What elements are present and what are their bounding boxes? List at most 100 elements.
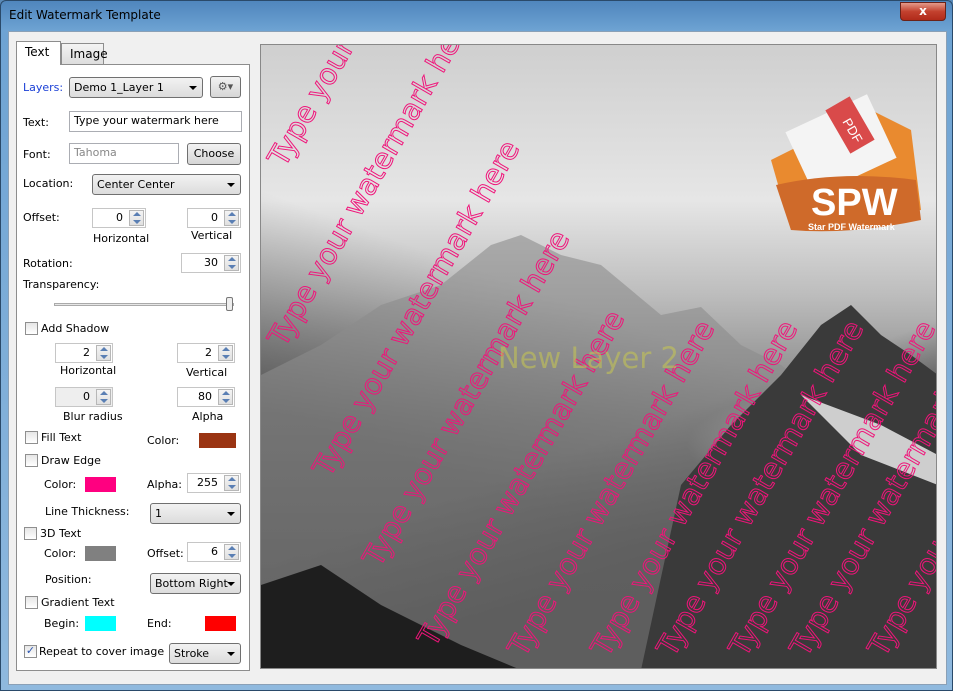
offset-horizontal-stepper[interactable]: 0 [92, 208, 146, 228]
layer-options-button[interactable]: ⚙▾ [210, 76, 241, 98]
spin-arrows-icon[interactable] [224, 475, 239, 491]
spin-arrows-icon[interactable] [96, 389, 111, 405]
font-input[interactable]: Tahoma [69, 143, 179, 164]
spin-arrows-icon[interactable] [218, 345, 233, 361]
location-label: Location: [23, 177, 74, 190]
add-shadow-checkbox[interactable] [25, 322, 38, 335]
gradient-text-label: Gradient Text [41, 596, 115, 609]
gradient-begin-swatch[interactable] [85, 616, 116, 631]
window-title: Edit Watermark Template [9, 8, 161, 22]
value: 30 [204, 256, 218, 269]
shadow-horizontal-stepper[interactable]: 2 [55, 343, 113, 363]
spin-arrows-icon[interactable] [224, 255, 239, 271]
gear-icon: ⚙▾ [217, 80, 234, 93]
edge-alpha-stepper[interactable]: 255 [187, 473, 241, 493]
repeat-label: Repeat to cover image [39, 645, 165, 658]
render-mode-select[interactable]: Stroke [169, 643, 241, 664]
spin-arrows-icon[interactable] [129, 210, 144, 226]
draw-edge-checkbox[interactable] [25, 454, 38, 467]
window: Edit Watermark Template x Text Image Lay… [0, 0, 953, 691]
value: 6 [211, 545, 218, 558]
offset-label: Offset: [23, 211, 60, 224]
chevron-down-icon [227, 652, 235, 656]
add-shadow-label: Add Shadow [41, 322, 110, 335]
fill-text-label: Fill Text [41, 431, 82, 444]
gradient-text-checkbox[interactable] [25, 596, 38, 609]
fill-color-label: Color: [147, 434, 180, 447]
chevron-down-icon [227, 183, 235, 187]
draw-edge-label: Draw Edge [41, 454, 101, 467]
tab-text[interactable]: Text [16, 41, 61, 65]
transparency-slider[interactable] [54, 303, 234, 306]
3d-position-select[interactable]: Bottom Right [150, 573, 241, 594]
shadow-alpha-label: Alpha [192, 410, 224, 423]
spin-arrows-icon[interactable] [224, 544, 239, 560]
3d-offset-label: Offset: [147, 547, 184, 560]
value: 0 [83, 390, 90, 403]
layer2-text: New Layer 2 [498, 341, 679, 375]
value: 1 [155, 507, 162, 520]
3d-text-checkbox[interactable] [24, 527, 37, 540]
spw-logo: PDF SPW Star PDF Watermark [751, 90, 931, 240]
3d-offset-stepper[interactable]: 6 [187, 542, 241, 562]
close-button[interactable]: x [900, 2, 946, 21]
value: 255 [197, 476, 218, 489]
offset-horizontal-label: Horizontal [93, 232, 150, 245]
edge-alpha-label: Alpha: [147, 478, 182, 491]
layers-select[interactable]: Demo 1_Layer 1 [69, 77, 203, 98]
location-select[interactable]: Center Center [92, 174, 241, 195]
gradient-begin-label: Begin: [44, 617, 80, 630]
chevron-down-icon [227, 582, 235, 586]
check-icon: ✓ [25, 644, 36, 657]
logo-small: Star PDF Watermark [808, 222, 896, 232]
text-label: Text: [23, 116, 49, 129]
transparency-label: Transparency: [23, 278, 100, 291]
shadow-alpha-stepper[interactable]: 80 [177, 387, 235, 407]
value: Bottom Right [155, 577, 228, 590]
edge-color-label: Color: [44, 478, 77, 491]
spin-arrows-icon[interactable] [224, 210, 239, 226]
value: Stroke [174, 647, 210, 660]
fill-text-checkbox[interactable] [25, 431, 38, 444]
shadow-vertical-stepper[interactable]: 2 [177, 343, 235, 363]
font-label: Font: [23, 148, 51, 161]
line-thickness-select[interactable]: 1 [150, 503, 241, 524]
edge-color-swatch[interactable] [85, 477, 116, 492]
chevron-down-icon [189, 86, 197, 90]
offset-vertical-stepper[interactable]: 0 [187, 208, 241, 228]
layers-label: Layers: [23, 81, 64, 94]
chevron-down-icon [227, 512, 235, 516]
value: 0 [211, 211, 218, 224]
choose-font-button[interactable]: Choose [187, 143, 241, 165]
watermark-preview: Type your watermark here Type your waterm… [260, 44, 937, 669]
text-settings-panel: Layers: Demo 1_Layer 1 ⚙▾ Text: Type you… [16, 64, 250, 671]
layers-value: Demo 1_Layer 1 [74, 81, 164, 94]
line-thickness-label: Line Thickness: [45, 505, 130, 518]
3d-color-swatch[interactable] [85, 546, 116, 561]
blur-radius-stepper[interactable]: 0 [55, 387, 113, 407]
value: 2 [205, 346, 212, 359]
3d-text-label: 3D Text [40, 527, 82, 540]
3d-color-label: Color: [44, 547, 77, 560]
repeat-checkbox[interactable]: ✓ [24, 645, 37, 658]
spin-arrows-icon[interactable] [96, 345, 111, 361]
transparency-slider-thumb[interactable] [226, 297, 233, 311]
tab-image[interactable]: Image [61, 43, 108, 65]
shadow-vertical-label: Vertical [186, 366, 228, 379]
logo-big: SPW [811, 182, 898, 224]
value: 2 [83, 346, 90, 359]
value: 0 [116, 211, 123, 224]
blur-radius-label: Blur radius [63, 410, 123, 423]
text-input[interactable]: Type your watermark here [69, 111, 242, 132]
rotation-stepper[interactable]: 30 [181, 253, 241, 273]
fill-color-swatch[interactable] [199, 433, 236, 448]
3d-position-label: Position: [45, 573, 92, 586]
shadow-horizontal-label: Horizontal [60, 364, 117, 377]
location-value: Center Center [97, 178, 175, 191]
spin-arrows-icon[interactable] [218, 389, 233, 405]
gradient-end-label: End: [147, 617, 172, 630]
offset-vertical-label: Vertical [191, 229, 233, 242]
value: 80 [198, 390, 212, 403]
rotation-label: Rotation: [23, 257, 73, 270]
gradient-end-swatch[interactable] [205, 616, 236, 631]
